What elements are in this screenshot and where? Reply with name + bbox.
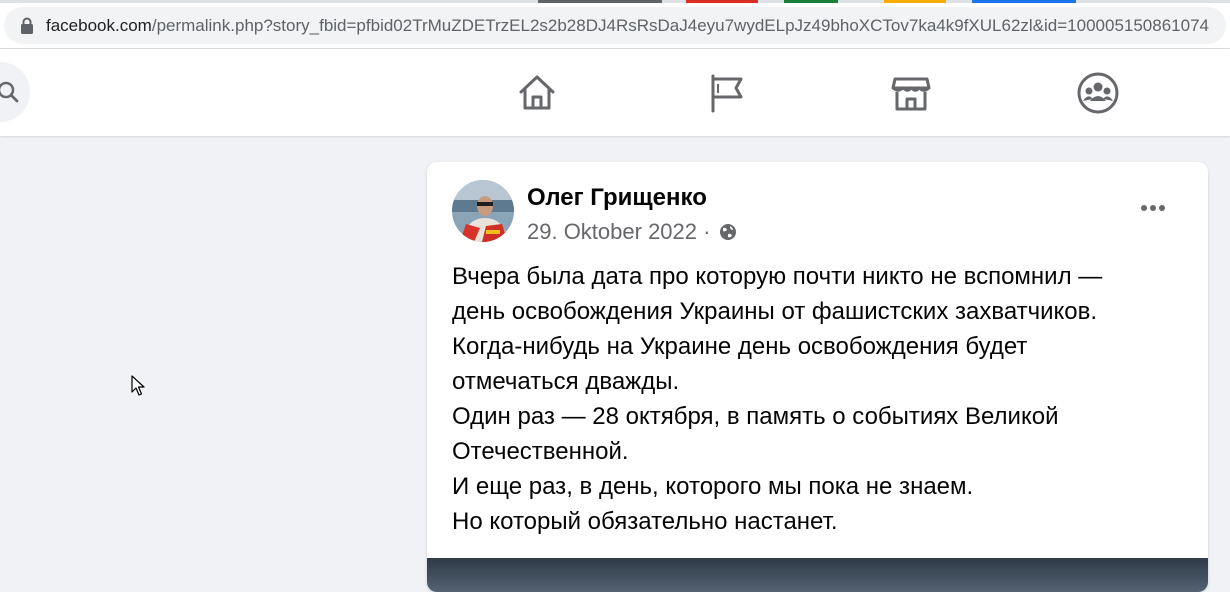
search-button[interactable] <box>0 62 30 122</box>
avatar-photo <box>452 180 514 242</box>
nav-tab-home[interactable] <box>513 69 561 117</box>
author-name[interactable]: Олег Грищенко <box>527 184 707 212</box>
post-text: Вчера была дата про которую почти никто … <box>452 259 1192 539</box>
more-dot <box>1141 205 1147 211</box>
groups-icon <box>1077 72 1119 114</box>
author-avatar[interactable] <box>452 180 514 242</box>
post-text-line: Но который обязательно настанет. <box>452 508 838 535</box>
post-image[interactable] <box>427 558 1208 592</box>
mouse-cursor-icon <box>131 375 145 396</box>
marketplace-icon <box>891 77 931 111</box>
search-icon <box>0 81 19 103</box>
url-domain: facebook.com <box>46 16 152 35</box>
post-date[interactable]: 29. Oktober 2022 <box>527 219 697 244</box>
post-text-line: день освобождения Украины от фашистских … <box>452 298 1098 325</box>
post-text-line: Один раз — 28 октября, в память о событи… <box>452 403 1059 430</box>
more-dot <box>1159 205 1165 211</box>
url-text: facebook.com/permalink.php?story_fbid=pf… <box>46 16 1209 36</box>
post-text-line: отмечаться дважды. <box>452 368 680 395</box>
post-text-line: И еще раз, в день, которого мы пока не з… <box>452 473 974 500</box>
meta-separator: · <box>703 219 711 244</box>
nav-tab-marketplace[interactable] <box>887 69 935 117</box>
post-meta: 29. Oktober 2022 · <box>527 219 737 245</box>
facebook-header <box>0 49 1230 136</box>
lock-icon[interactable] <box>18 16 36 36</box>
nav-tab-pages[interactable] <box>701 69 749 117</box>
post-text-line: Вчера была дата про которую почти никто … <box>452 263 1103 290</box>
url-path: /permalink.php?story_fbid=pfbid02TrMuZDE… <box>151 16 1209 35</box>
more-options-button[interactable] <box>1133 190 1173 226</box>
post-text-line: Когда-нибудь на Украине день освобождени… <box>452 333 1028 360</box>
home-icon <box>519 75 555 110</box>
post-card: Олег Грищенко 29. Oktober 2022 · Вчера б… <box>427 162 1208 592</box>
post-text-line: Отечественной. <box>452 438 629 465</box>
flag-icon <box>711 74 743 113</box>
globe-icon[interactable] <box>719 223 737 241</box>
url-field[interactable]: facebook.com/permalink.php?story_fbid=pf… <box>4 7 1226 44</box>
browser-address-bar: facebook.com/permalink.php?story_fbid=pf… <box>0 3 1230 49</box>
more-dot <box>1150 205 1156 211</box>
nav-tab-groups[interactable] <box>1074 69 1122 117</box>
